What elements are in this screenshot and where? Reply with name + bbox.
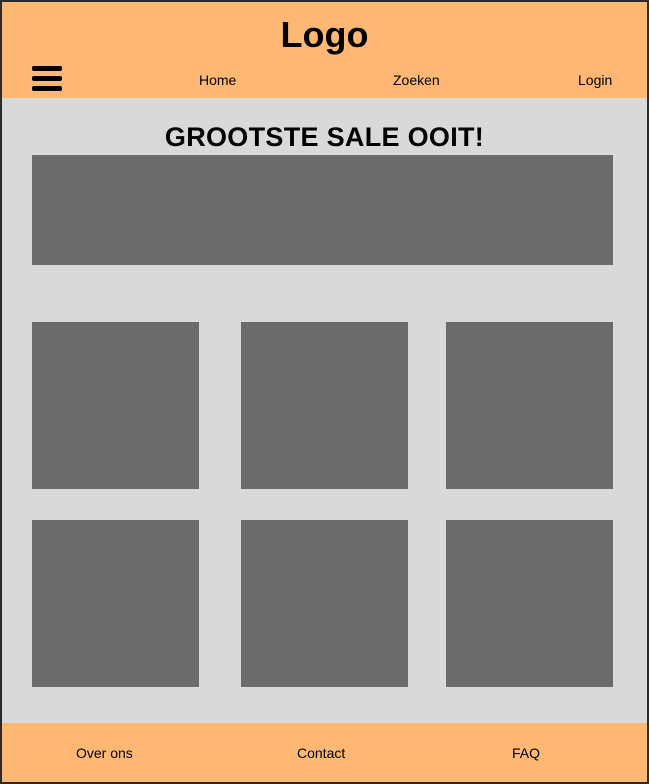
nav-link-home[interactable]: Home — [199, 72, 236, 88]
footer-link-faq[interactable]: FAQ — [512, 745, 540, 761]
footer-link-contact[interactable]: Contact — [297, 745, 345, 761]
product-tile[interactable] — [32, 322, 199, 489]
product-tile[interactable] — [241, 520, 408, 687]
footer: Over ons Contact FAQ — [2, 723, 647, 782]
header: Logo Home Zoeken Login — [2, 2, 647, 98]
footer-link-about[interactable]: Over ons — [76, 745, 133, 761]
page-title: GROOTSTE SALE OOIT! — [164, 122, 485, 152]
product-tile[interactable] — [446, 520, 613, 687]
hamburger-menu-icon[interactable] — [32, 66, 62, 92]
product-tile[interactable] — [32, 520, 199, 687]
nav-link-search[interactable]: Zoeken — [393, 72, 440, 88]
product-tile[interactable] — [446, 322, 613, 489]
logo[interactable]: Logo — [2, 14, 647, 56]
page-frame: Logo Home Zoeken Login GROOTSTE SALE OOI… — [2, 2, 647, 782]
nav-link-login[interactable]: Login — [578, 72, 612, 88]
sale-banner[interactable] — [32, 155, 613, 265]
product-tile[interactable] — [241, 322, 408, 489]
